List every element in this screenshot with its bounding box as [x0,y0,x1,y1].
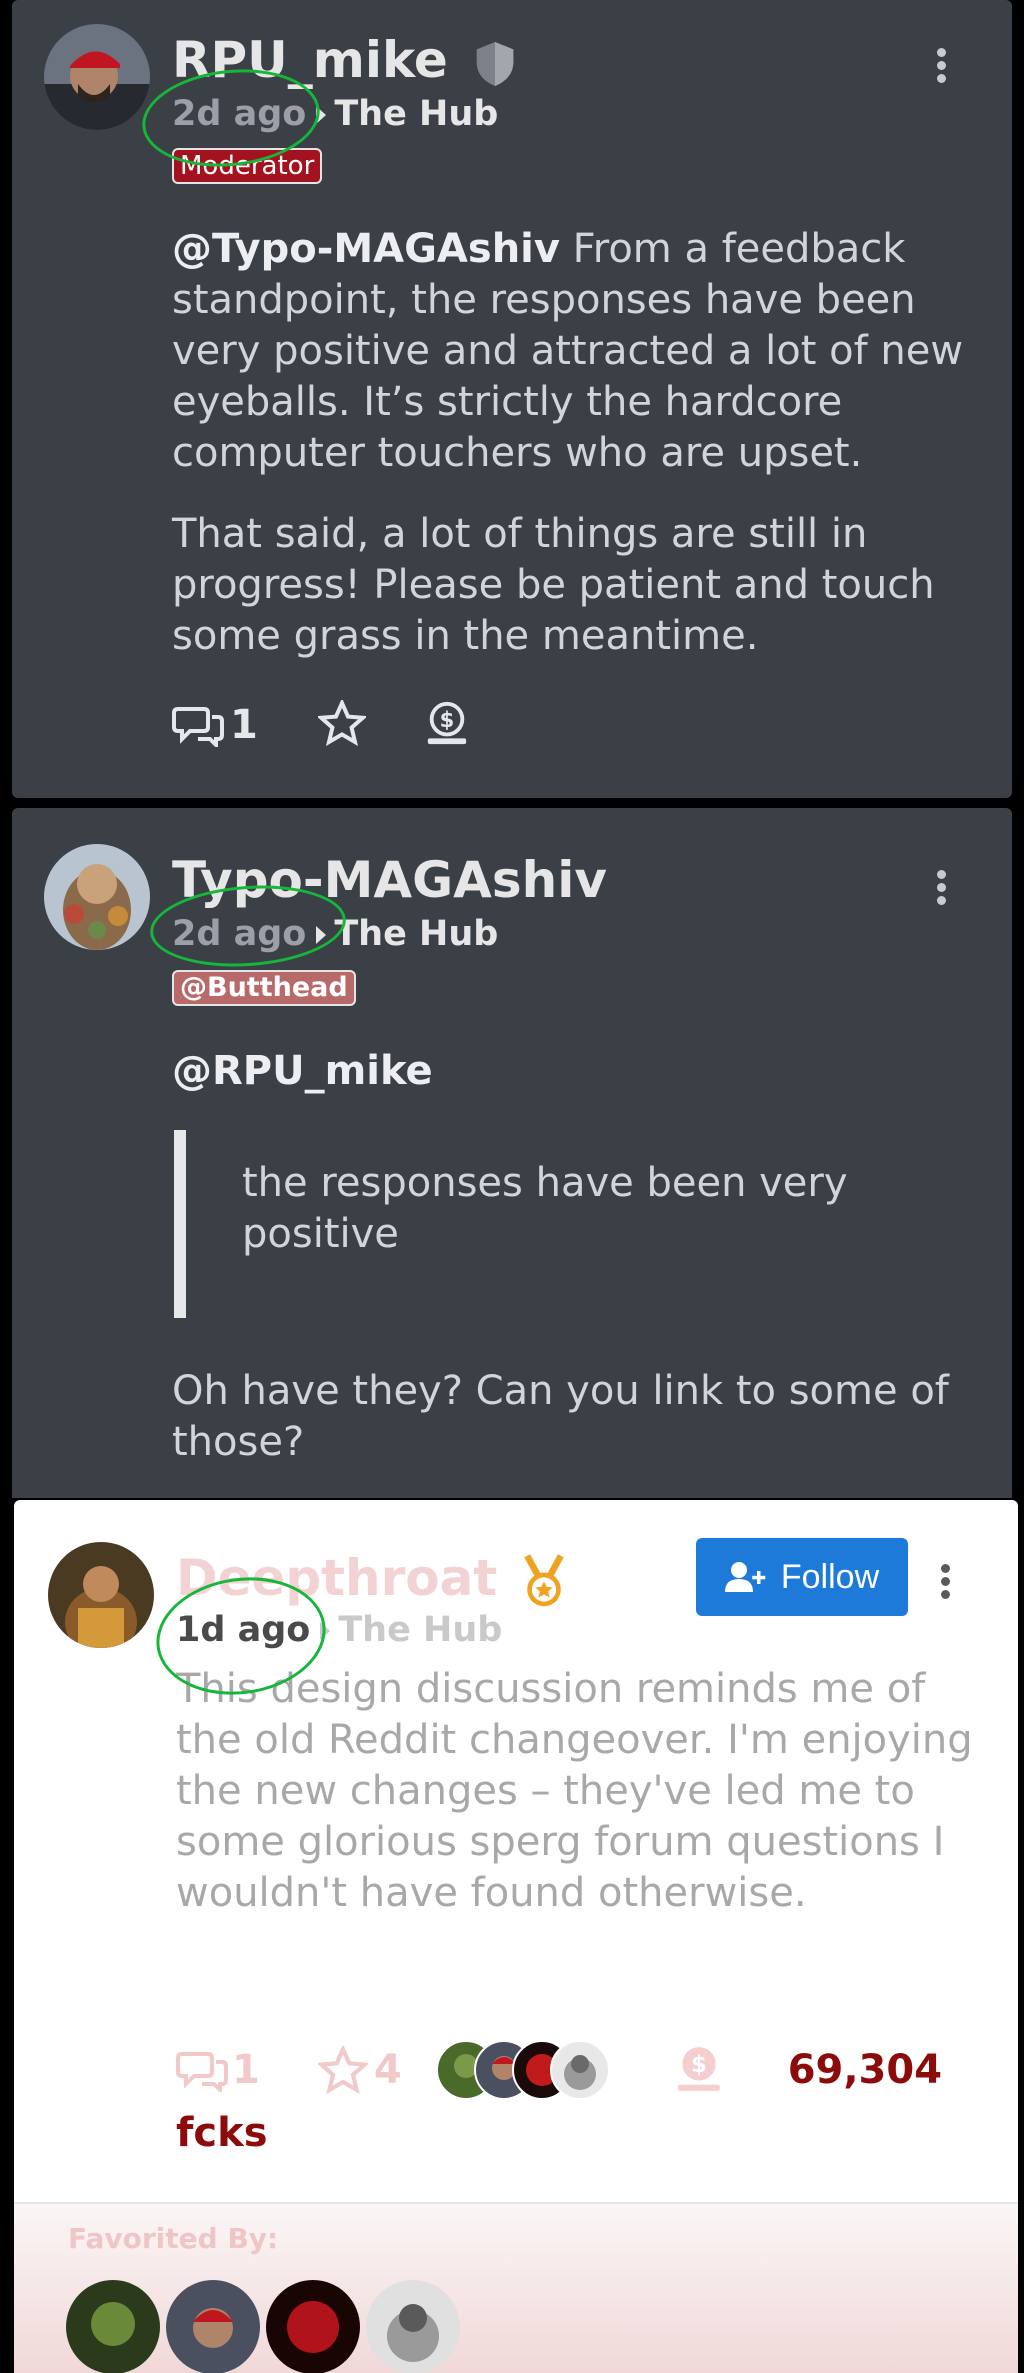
comment-actions: 1 4 $ 69,304 [176,2040,942,2100]
favoriters-avatar-stack[interactable] [435,2040,616,2100]
reply-button[interactable]: 1 [176,2047,260,2093]
shield-icon [476,41,514,86]
comment-card-typo-magashiv: Typo-MAGAshiv 2d ago The Hub @Butthead @R… [12,808,1012,1498]
tip-button[interactable]: $ [674,2043,724,2097]
comment-meta: 1d ago The Hub [176,1608,502,1652]
timestamp[interactable]: 2d ago [172,94,306,134]
award-unit: fcks [176,2110,268,2156]
comment-card-rpu-mike: RPU_mike 2d ago The Hub Moderator @Typo-M… [12,0,1012,798]
user-badge: @Butthead [172,970,356,1006]
community-link[interactable]: The Hub [334,914,498,954]
favorite-button[interactable] [316,698,368,750]
avatar [549,2040,610,2100]
comment-card-deepthroat: Deepthroat 1d ago The Hub Follow This des… [14,1500,1018,2373]
user-mention[interactable]: @RPU_mike [172,1046,982,1097]
quote-text: the responses have been very positive [242,1160,848,1257]
follow-button[interactable]: Follow [696,1538,908,1616]
avatar[interactable] [166,2280,260,2373]
favorited-by-avatars [66,2280,460,2373]
kebab-menu-icon[interactable] [936,48,948,87]
comment-text: Oh have they? Can you link to some of th… [172,1368,949,1465]
moderator-badge: Moderator [172,148,323,184]
comment-body: @RPU_mike [172,1046,982,1097]
avatar-typo-magashiv[interactable] [44,844,150,950]
favorite-button[interactable]: 4 [317,2046,402,2094]
username[interactable]: RPU_mike [172,30,517,90]
favorited-by-label: Favorited By: [68,2222,279,2255]
kebab-menu-icon[interactable] [936,870,948,909]
add-user-icon [724,1562,766,1592]
comment-meta: 2d ago The Hub [172,92,498,136]
avatar[interactable] [266,2280,360,2373]
blockquote: the responses have been very positive [174,1130,874,1318]
reply-icon [172,707,224,747]
comment-actions: 1 $ [172,698,470,750]
star-icon [317,2046,368,2094]
timestamp[interactable]: 2d ago [172,914,306,954]
community-link[interactable]: The Hub [334,94,498,134]
kebab-menu-icon[interactable] [940,1564,952,1603]
community-link[interactable]: The Hub [338,1610,502,1650]
favorited-by-section: Favorited By: [14,2202,1018,2373]
medal-icon [524,1553,564,1606]
star-icon [316,698,368,747]
reply-button[interactable]: 1 [172,702,258,748]
avatar-rpu-mike[interactable] [44,24,150,130]
tip-coin-icon: $ [427,701,467,745]
comment-body: @Typo-MAGAshiv From a feedback standpoin… [172,226,964,659]
avatar[interactable] [66,2280,160,2373]
avatar[interactable] [366,2280,460,2373]
avatar-deepthroat[interactable] [48,1542,154,1648]
tip-button[interactable]: $ [424,700,470,750]
username[interactable]: Deepthroat [176,1548,567,1610]
reply-icon [176,2052,228,2092]
username[interactable]: Typo-MAGAshiv [172,850,607,910]
caret-right-icon [316,106,327,124]
user-mention[interactable]: @Typo-MAGAshiv [172,226,560,272]
svg-text:$: $ [440,707,455,732]
comment-meta: 2d ago The Hub [172,912,498,956]
caret-right-icon [320,1622,331,1640]
svg-text:$: $ [691,2052,707,2078]
comment-body: This design discussion reminds me of the… [176,1666,973,1916]
timestamp[interactable]: 1d ago [176,1610,310,1650]
tip-coin-icon: $ [677,2047,720,2091]
caret-right-icon [316,926,327,944]
award-amount: 69,304 [787,2047,943,2093]
